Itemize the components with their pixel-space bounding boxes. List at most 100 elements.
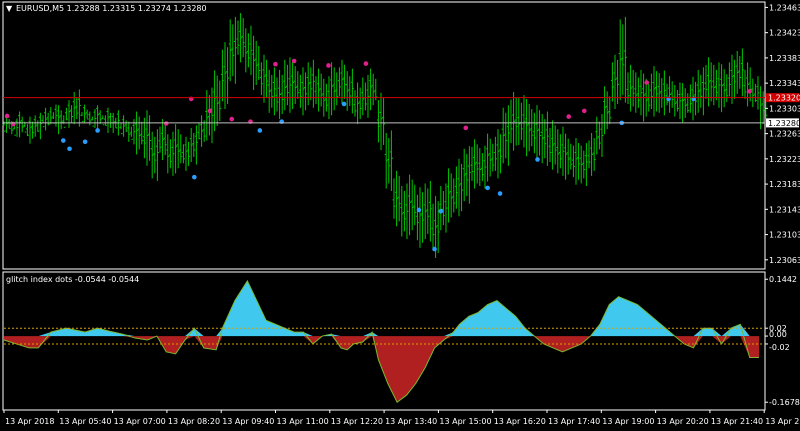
price-bar (106, 107, 110, 133)
price-bar (527, 103, 531, 152)
price-bar (556, 129, 560, 174)
price-axis-tick: 1.23343 (769, 79, 800, 88)
price-bar (421, 192, 425, 243)
time-axis-label: 13 Apr 05:40 (59, 417, 111, 426)
price-bar (475, 144, 479, 184)
price-bar (735, 50, 739, 94)
price-bar (129, 126, 133, 140)
price-bar (618, 19, 622, 101)
price-bar (540, 114, 544, 164)
price-bar (558, 134, 562, 169)
price-bar (38, 112, 42, 140)
price-bar (57, 105, 61, 135)
price-bar (491, 143, 495, 172)
price-bar (80, 112, 84, 123)
price-axis: 1.23463 1.23423 1.23383 1.23343 1.23303 1.232… (765, 3, 800, 265)
indicator-axis-label: 0.00 (769, 330, 787, 339)
price-bar (410, 179, 414, 231)
price-axis-tick: 1.23303 (769, 104, 800, 113)
price-bar (548, 127, 552, 162)
price-bar (439, 185, 443, 231)
price-bar (298, 74, 302, 108)
price-bar (163, 124, 167, 156)
price-bar (751, 78, 755, 108)
pink-signal-dot (326, 63, 331, 68)
price-bar (405, 183, 409, 239)
price-bar (504, 112, 508, 159)
price-bar (127, 121, 131, 142)
price-bar (252, 35, 256, 91)
pink-signal-dot (566, 114, 572, 119)
symbol-dropdown-icon[interactable]: ▼ (6, 4, 13, 13)
price-bar (712, 64, 716, 106)
price-bar (25, 124, 29, 137)
price-bar (158, 126, 162, 153)
price-bar (124, 120, 128, 132)
price-bar (470, 146, 474, 181)
price-bar (96, 105, 100, 130)
pink-signal-dot (229, 116, 235, 122)
price-bar (257, 45, 261, 80)
price-bar (665, 83, 669, 106)
chart-canvas[interactable]: 1.23463 1.23423 1.23383 1.23343 1.23303 1.232… (0, 0, 800, 431)
price-bar (259, 62, 263, 96)
price-bar (150, 131, 154, 179)
price-bar (431, 203, 435, 251)
price-bar (610, 62, 614, 102)
price-bar (244, 28, 248, 73)
time-axis-label: 13 Apr 12:20 (331, 417, 383, 426)
price-bar (77, 89, 81, 127)
price-bar (657, 73, 661, 113)
price-bar (249, 25, 253, 75)
price-bar (496, 129, 500, 179)
symbol-header: EURUSD,M5 1.23288 1.23315 1.23274 1.2328… (16, 4, 207, 13)
price-bar (348, 76, 352, 106)
price-bar (85, 109, 89, 120)
price-bar (681, 83, 685, 123)
blue-signal-dot (485, 185, 490, 191)
price-bar (218, 80, 222, 121)
price-bar (72, 91, 76, 125)
price-bar (605, 91, 609, 130)
price-bar (379, 92, 383, 151)
price-bar (304, 72, 308, 111)
price-bar (753, 83, 757, 103)
price-bar (428, 180, 432, 242)
price-bar (332, 67, 336, 111)
price-bar (12, 126, 16, 136)
pink-signal-dot (207, 108, 213, 114)
price-bar (727, 62, 731, 97)
price-bar (267, 69, 271, 113)
price-bar (103, 115, 107, 126)
price-bar (317, 68, 321, 112)
price-bar (272, 67, 276, 116)
price-bar (309, 67, 313, 101)
price-bar (280, 74, 284, 115)
price-bar (392, 178, 396, 219)
price-bar (595, 116, 599, 155)
price-bar (686, 93, 690, 113)
price-bar (480, 153, 484, 181)
price-bar (535, 105, 539, 161)
price-bar (631, 69, 635, 107)
price-bar (374, 78, 378, 101)
price-bar (285, 64, 289, 106)
price-bar (382, 97, 386, 145)
blue-signal-dot (60, 138, 66, 143)
price-bar (592, 138, 596, 171)
price-bar (514, 97, 518, 146)
price-bar (473, 139, 477, 189)
price-bar (603, 86, 607, 135)
price-bar (673, 85, 677, 117)
signal-dots (4, 58, 752, 252)
price-bar (174, 124, 178, 174)
time-axis-label: 13 Apr 16:20 (494, 417, 546, 426)
price-bar (668, 76, 672, 113)
price-bar (262, 54, 266, 103)
price-bar (137, 116, 141, 150)
price-bar (343, 64, 347, 99)
price-bar (31, 121, 35, 139)
pink-signal-dot (582, 108, 587, 114)
price-bar (743, 69, 747, 99)
price-bar (454, 166, 458, 209)
